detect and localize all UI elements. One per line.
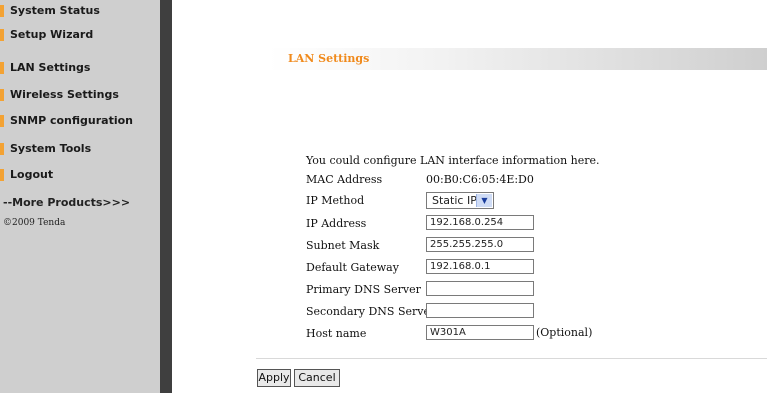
page-title: LAN Settings	[288, 52, 370, 65]
sidebar-item-label: Logout	[10, 168, 54, 181]
sidebar-item-label: System Status	[10, 4, 100, 17]
sidebar-item-logout[interactable]: Logout	[0, 166, 53, 184]
subnet-mask-label: Subnet Mask	[306, 239, 380, 252]
form-separator	[256, 358, 767, 359]
host-name-label: Host name	[306, 327, 367, 340]
sidebar-item-label: LAN Settings	[10, 61, 91, 74]
subnet-mask-field[interactable]: 255.255.255.0	[426, 237, 534, 252]
sidebar-item-snmp-configuration[interactable]: SNMP configuration	[0, 112, 133, 130]
sidebar-item-label: Wireless Settings	[10, 88, 119, 101]
default-gateway-label: Default Gateway	[306, 261, 399, 274]
nav-marker	[0, 5, 4, 17]
more-products-link[interactable]: --More Products>>>	[3, 196, 130, 209]
sidebar-divider	[160, 0, 172, 393]
nav-marker	[0, 62, 4, 74]
nav-marker	[0, 29, 4, 41]
chevron-down-icon[interactable]: ▼	[476, 194, 492, 207]
ip-address-field[interactable]: 192.168.0.254	[426, 215, 534, 230]
ip-address-label: IP Address	[306, 217, 367, 230]
panel-header: LAN Settings	[268, 48, 767, 70]
sidebar-item-label: SNMP configuration	[10, 114, 133, 127]
host-name-optional-note: (Optional)	[536, 326, 593, 339]
primary-dns-label: Primary DNS Server	[306, 283, 421, 296]
mac-address-value: 00:B0:C6:05:4E:D0	[426, 173, 534, 186]
ip-method-select[interactable]: Static IP ▼	[426, 192, 494, 209]
primary-dns-field[interactable]	[426, 281, 534, 296]
sidebar-item-label: System Tools	[10, 142, 92, 155]
copyright-text: ©2009 Tenda	[3, 218, 66, 228]
secondary-dns-label: Secondary DNS Server	[306, 305, 436, 318]
nav-marker	[0, 115, 4, 127]
ip-method-selected-value: Static IP	[432, 194, 477, 207]
nav-marker	[0, 169, 4, 181]
host-name-field[interactable]: W301A	[426, 325, 534, 340]
mac-address-label: MAC Address	[306, 173, 383, 186]
sidebar-item-lan-settings[interactable]: LAN Settings	[0, 59, 90, 77]
nav-marker	[0, 143, 4, 155]
cancel-button[interactable]: Cancel	[294, 369, 340, 387]
intro-text: You could configure LAN interface inform…	[306, 154, 600, 167]
apply-button[interactable]: Apply	[257, 369, 291, 387]
secondary-dns-field[interactable]	[426, 303, 534, 318]
sidebar: System Status Setup Wizard LAN Settings …	[0, 0, 160, 393]
sidebar-item-label: Setup Wizard	[10, 28, 94, 41]
sidebar-item-wireless-settings[interactable]: Wireless Settings	[0, 86, 119, 104]
default-gateway-field[interactable]: 192.168.0.1	[426, 259, 534, 274]
sidebar-item-system-status[interactable]: System Status	[0, 2, 100, 20]
sidebar-item-system-tools[interactable]: System Tools	[0, 140, 91, 158]
sidebar-item-setup-wizard[interactable]: Setup Wizard	[0, 26, 93, 44]
ip-method-label: IP Method	[306, 194, 365, 207]
nav-marker	[0, 89, 4, 101]
